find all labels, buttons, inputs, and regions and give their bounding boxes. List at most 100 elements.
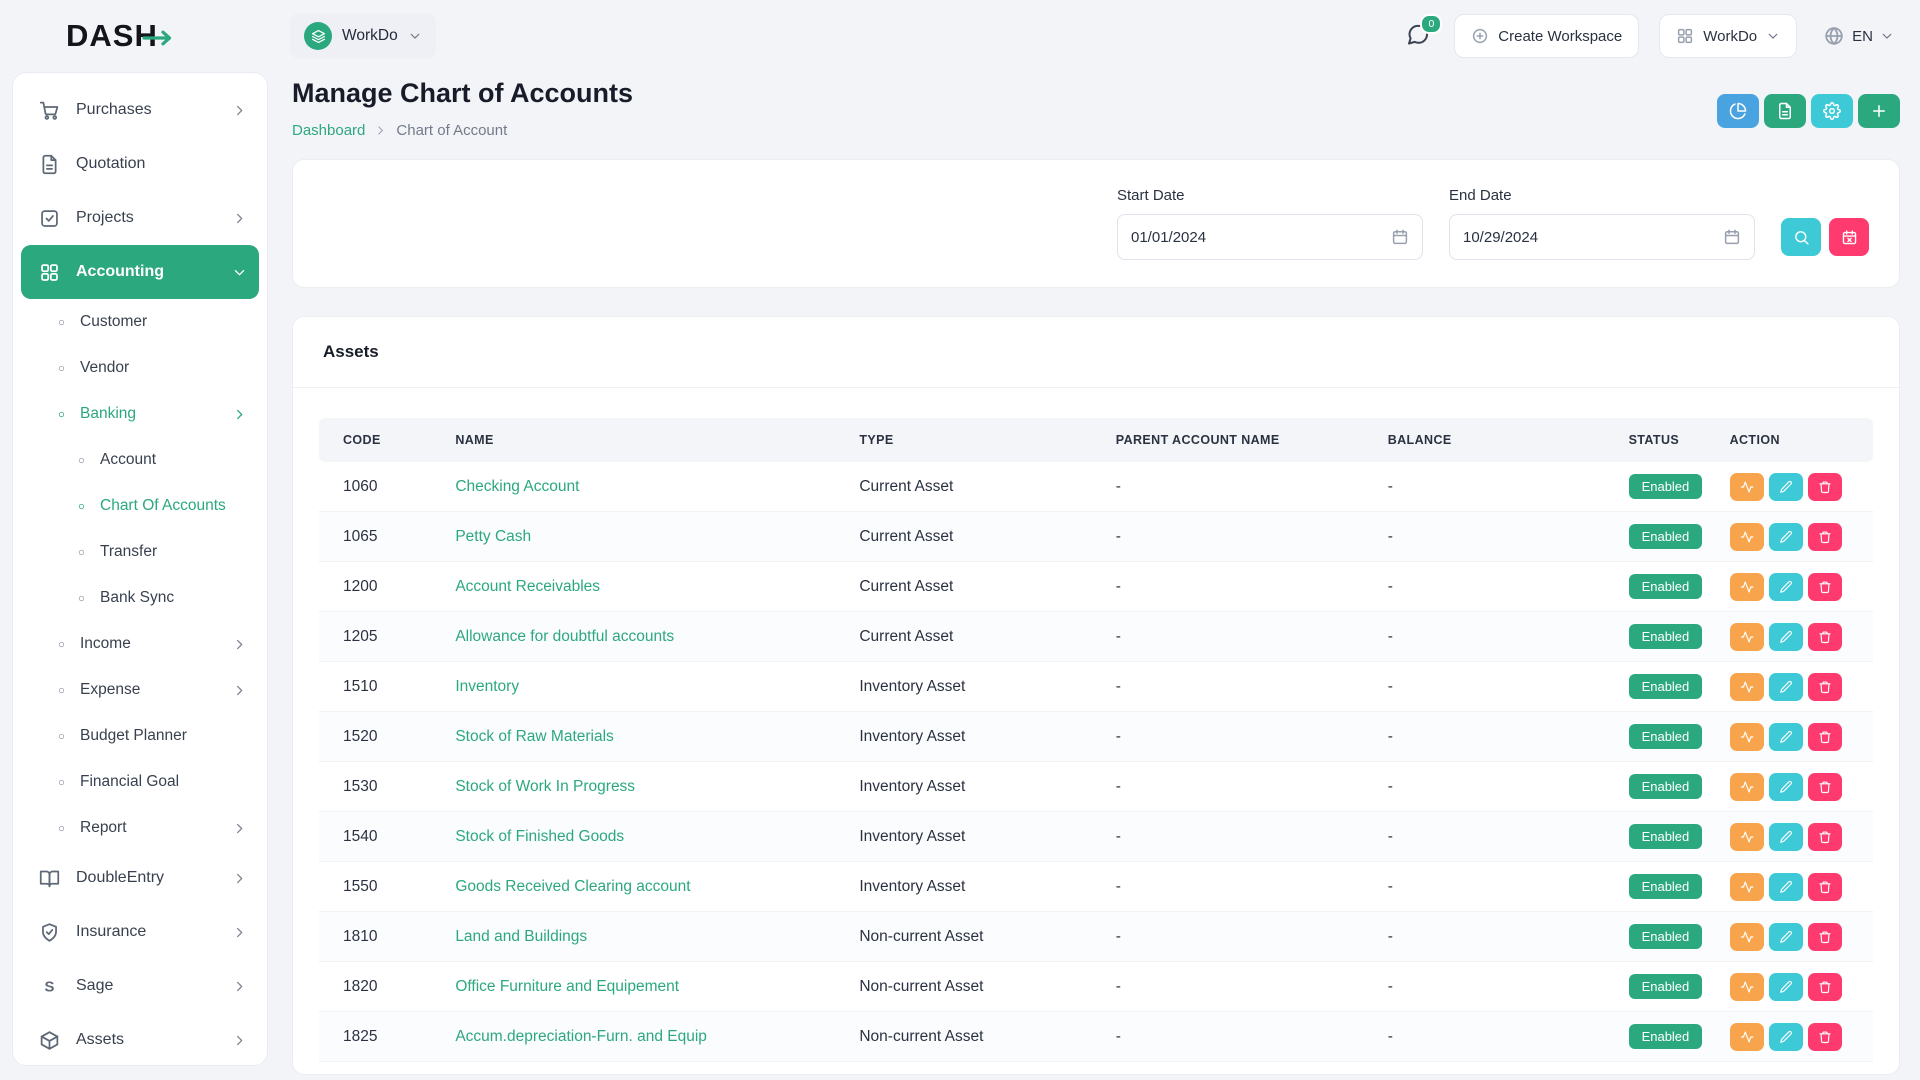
trash-icon bbox=[1818, 580, 1832, 594]
account-name-link[interactable]: Stock of Work In Progress bbox=[455, 778, 635, 795]
account-name-link[interactable]: Office Furniture and Equipement bbox=[455, 978, 679, 995]
edit-button[interactable] bbox=[1769, 723, 1803, 751]
journal-button[interactable] bbox=[1730, 1023, 1764, 1051]
delete-button[interactable] bbox=[1808, 1023, 1842, 1051]
account-name-link[interactable]: Account Receivables bbox=[455, 578, 600, 595]
breadcrumb-dashboard-link[interactable]: Dashboard bbox=[292, 122, 365, 139]
sidebar-item-expense[interactable]: Expense bbox=[21, 667, 259, 713]
sidebar-item-assets[interactable]: Assets bbox=[21, 1013, 259, 1066]
sidebar: DASH PurchasesQuotationProjectsAccountin… bbox=[0, 0, 280, 1080]
delete-button[interactable] bbox=[1808, 473, 1842, 501]
sidebar-item-customer[interactable]: Customer bbox=[21, 299, 259, 345]
edit-button[interactable] bbox=[1769, 823, 1803, 851]
journal-button[interactable] bbox=[1730, 823, 1764, 851]
journal-button[interactable] bbox=[1730, 923, 1764, 951]
journal-button[interactable] bbox=[1730, 673, 1764, 701]
account-balance: - bbox=[1376, 912, 1617, 962]
journal-button[interactable] bbox=[1730, 873, 1764, 901]
account-type: Non-current Asset bbox=[847, 962, 1103, 1012]
sidebar-item-bank-sync[interactable]: Bank Sync bbox=[21, 575, 259, 621]
sidebar-item-quotation[interactable]: Quotation bbox=[21, 137, 259, 191]
sidebar-item-report[interactable]: Report bbox=[21, 805, 259, 851]
edit-button[interactable] bbox=[1769, 873, 1803, 901]
delete-button[interactable] bbox=[1808, 873, 1842, 901]
edit-button[interactable] bbox=[1769, 773, 1803, 801]
settings-button[interactable] bbox=[1811, 94, 1853, 128]
journal-button[interactable] bbox=[1730, 473, 1764, 501]
end-date-input[interactable]: 10/29/2024 bbox=[1449, 214, 1755, 260]
delete-button[interactable] bbox=[1808, 973, 1842, 1001]
sidebar-item-accounting[interactable]: Accounting bbox=[21, 245, 259, 299]
reset-filter-button[interactable] bbox=[1829, 218, 1869, 256]
messages-button[interactable]: 0 bbox=[1402, 19, 1434, 54]
workspace-switcher[interactable]: WorkDo bbox=[290, 13, 436, 59]
journal-button[interactable] bbox=[1730, 623, 1764, 651]
account-type: Inventory Asset bbox=[847, 662, 1103, 712]
account-name-link[interactable]: Stock of Finished Goods bbox=[455, 828, 624, 845]
import-button[interactable] bbox=[1764, 94, 1806, 128]
account-name-link[interactable]: Allowance for doubtful accounts bbox=[455, 628, 674, 645]
app-logo[interactable]: DASH bbox=[0, 0, 280, 72]
sidebar-item-projects[interactable]: Projects bbox=[21, 191, 259, 245]
plus-circle-icon bbox=[1471, 27, 1489, 45]
edit-button[interactable] bbox=[1769, 573, 1803, 601]
pie-icon bbox=[1729, 102, 1747, 120]
edit-button[interactable] bbox=[1769, 673, 1803, 701]
edit-button[interactable] bbox=[1769, 923, 1803, 951]
journal-button[interactable] bbox=[1730, 573, 1764, 601]
activity-icon bbox=[1740, 530, 1754, 544]
sidebar-item-doubleentry[interactable]: DoubleEntry bbox=[21, 851, 259, 905]
edit-button[interactable] bbox=[1769, 623, 1803, 651]
trash-icon bbox=[1818, 480, 1832, 494]
sidebar-item-account[interactable]: Account bbox=[21, 437, 259, 483]
sidebar-item-chart-of-accounts[interactable]: Chart Of Accounts bbox=[21, 483, 259, 529]
journal-button[interactable] bbox=[1730, 523, 1764, 551]
account-name-link[interactable]: Accum.depreciation-Furn. and Equip bbox=[455, 1028, 707, 1045]
edit-button[interactable] bbox=[1769, 973, 1803, 1001]
delete-button[interactable] bbox=[1808, 573, 1842, 601]
edit-button[interactable] bbox=[1769, 473, 1803, 501]
delete-button[interactable] bbox=[1808, 523, 1842, 551]
sidebar-item-transfer[interactable]: Transfer bbox=[21, 529, 259, 575]
delete-button[interactable] bbox=[1808, 823, 1842, 851]
edit-button[interactable] bbox=[1769, 1023, 1803, 1051]
language-selector[interactable]: EN bbox=[1817, 24, 1900, 48]
dot-icon bbox=[57, 640, 66, 649]
delete-button[interactable] bbox=[1808, 673, 1842, 701]
sidebar-item-label: Sage bbox=[76, 977, 113, 995]
sidebar-item-budget-planner[interactable]: Budget Planner bbox=[21, 713, 259, 759]
account-name-link[interactable]: Stock of Raw Materials bbox=[455, 728, 614, 745]
sidebar-item-sage[interactable]: SSage bbox=[21, 959, 259, 1013]
account-type: Current Asset bbox=[847, 462, 1103, 512]
delete-button[interactable] bbox=[1808, 623, 1842, 651]
create-workspace-button[interactable]: Create Workspace bbox=[1454, 14, 1639, 58]
pencil-icon bbox=[1779, 980, 1793, 994]
account-name-link[interactable]: Petty Cash bbox=[455, 528, 531, 545]
account-name-link[interactable]: Goods Received Clearing account bbox=[455, 878, 690, 895]
delete-button[interactable] bbox=[1808, 723, 1842, 751]
account-code: 1550 bbox=[319, 862, 443, 912]
sidebar-item-income[interactable]: Income bbox=[21, 621, 259, 667]
sidebar-item-label: Account bbox=[100, 451, 156, 469]
sidebar-item-financial-goal[interactable]: Financial Goal bbox=[21, 759, 259, 805]
sidebar-item-purchases[interactable]: Purchases bbox=[21, 83, 259, 137]
journal-button[interactable] bbox=[1730, 723, 1764, 751]
account-name-link[interactable]: Checking Account bbox=[455, 478, 579, 495]
journal-button[interactable] bbox=[1730, 973, 1764, 1001]
account-code: 1825 bbox=[319, 1012, 443, 1062]
chart-view-button[interactable] bbox=[1717, 94, 1759, 128]
search-button[interactable] bbox=[1781, 218, 1821, 256]
account-name-link[interactable]: Inventory bbox=[455, 678, 519, 695]
account-name-link[interactable]: Land and Buildings bbox=[455, 928, 587, 945]
apps-dropdown[interactable]: WorkDo bbox=[1659, 14, 1797, 58]
delete-button[interactable] bbox=[1808, 773, 1842, 801]
delete-button[interactable] bbox=[1808, 923, 1842, 951]
create-account-button[interactable] bbox=[1858, 94, 1900, 128]
sidebar-item-vendor[interactable]: Vendor bbox=[21, 345, 259, 391]
sidebar-item-banking[interactable]: Banking bbox=[21, 391, 259, 437]
trash-icon bbox=[1818, 980, 1832, 994]
sidebar-item-insurance[interactable]: Insurance bbox=[21, 905, 259, 959]
start-date-input[interactable]: 01/01/2024 bbox=[1117, 214, 1423, 260]
journal-button[interactable] bbox=[1730, 773, 1764, 801]
edit-button[interactable] bbox=[1769, 523, 1803, 551]
